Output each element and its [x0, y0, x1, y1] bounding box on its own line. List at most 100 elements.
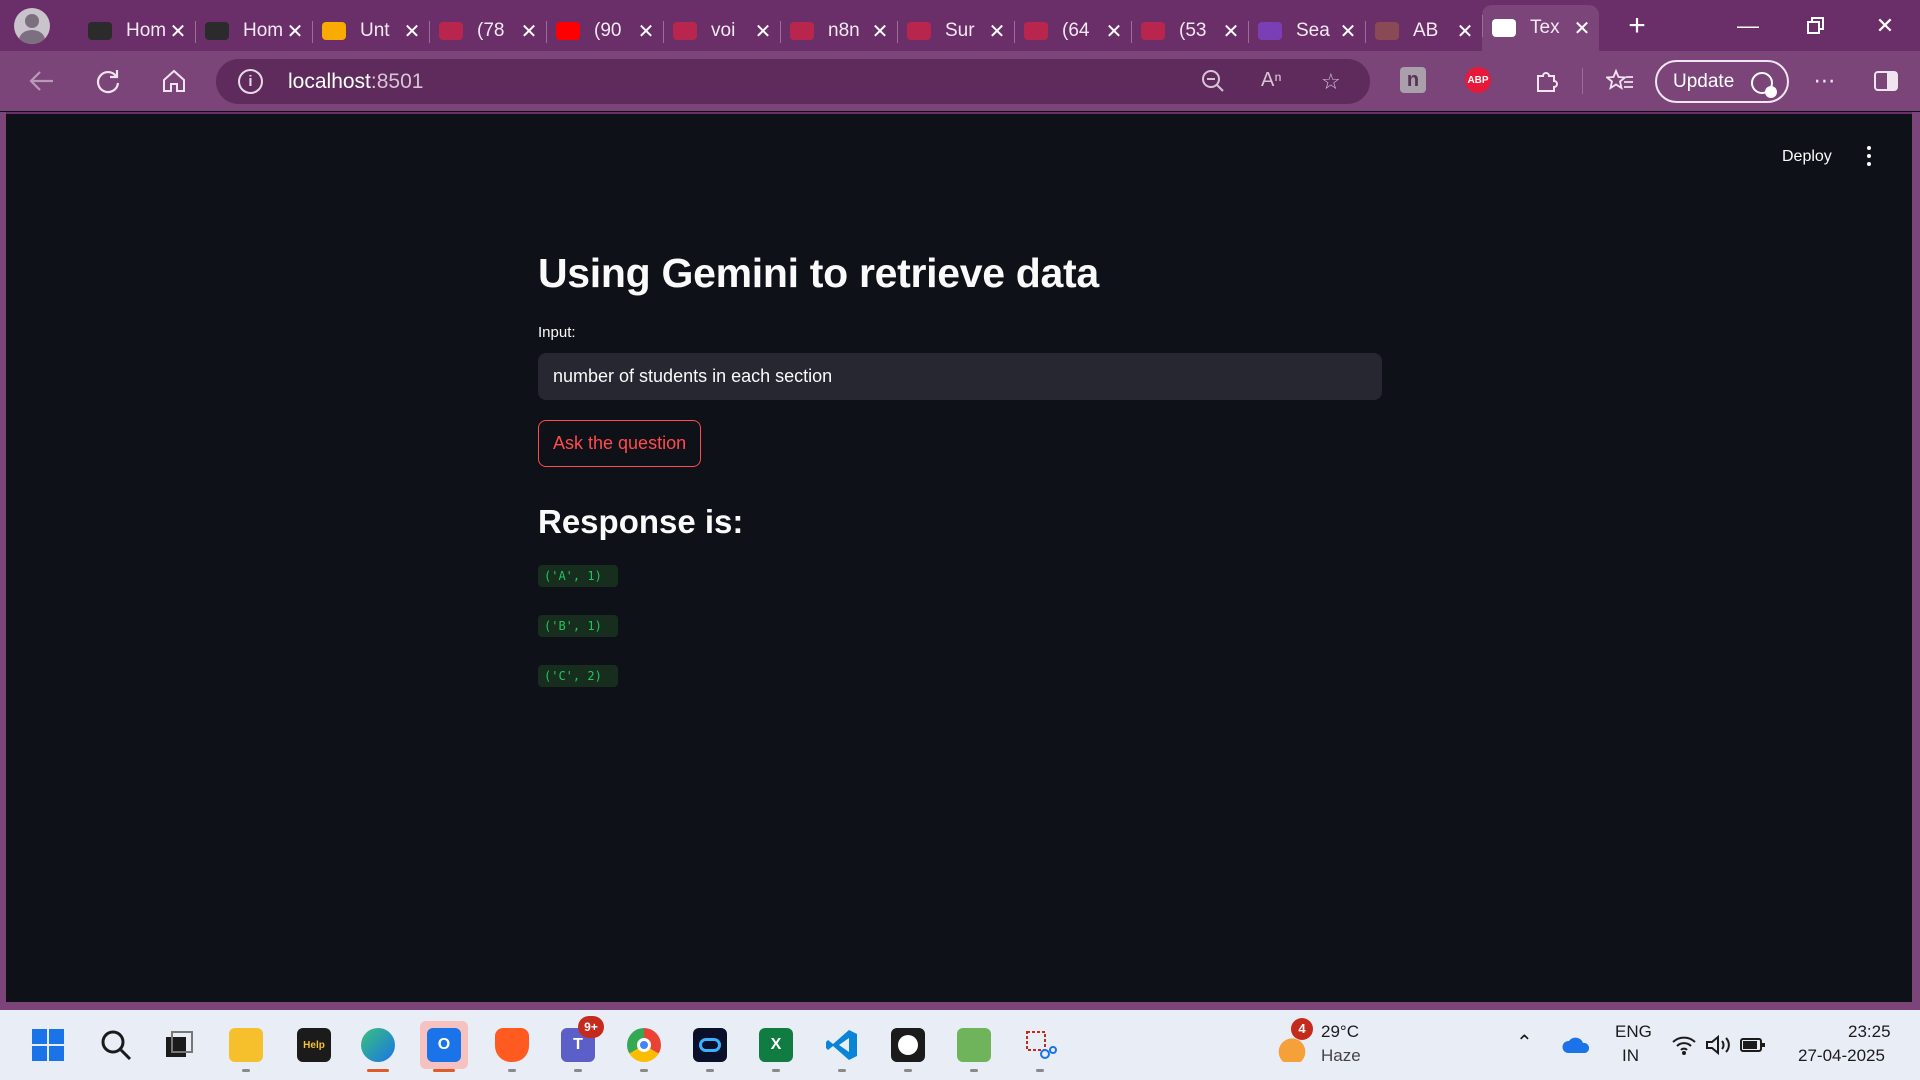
browser-tab[interactable]: colab-icon Unt ✕: [312, 11, 429, 51]
browser-tab[interactable]: youtube-icon (64 ✕: [1014, 11, 1131, 51]
system-tray-quick-settings[interactable]: [1664, 1021, 1774, 1069]
deploy-button[interactable]: Deploy: [1782, 148, 1832, 166]
brave-lion-icon: [495, 1028, 529, 1062]
colab-icon: colab-icon: [322, 22, 346, 40]
arrow-left-icon: [29, 71, 53, 91]
tab-title: AB: [1413, 20, 1439, 41]
snipping-tool-icon: [1026, 1031, 1057, 1059]
taskbar-app-help[interactable]: Help: [290, 1021, 338, 1069]
taskbar-app-file-explorer[interactable]: [222, 1021, 270, 1072]
settings-more-button[interactable]: ⋯: [1805, 61, 1845, 101]
taskbar-app-brave[interactable]: [488, 1021, 536, 1072]
browser-tab[interactable]: dark-stripe-icon Hom✕: [78, 11, 195, 51]
task-view-button[interactable]: [156, 1021, 204, 1069]
browser-tab[interactable]: youtube-icon n8n ✕: [780, 11, 897, 51]
site-info-icon[interactable]: i: [238, 69, 263, 94]
close-tab-icon[interactable]: ✕: [403, 19, 421, 44]
close-tab-icon[interactable]: ✕: [1222, 19, 1240, 44]
main-menu-icon[interactable]: [1863, 146, 1875, 170]
close-tab-icon[interactable]: ✕: [286, 19, 304, 44]
start-button[interactable]: [24, 1021, 72, 1069]
close-tab-icon[interactable]: ✕: [637, 19, 655, 44]
close-tab-icon[interactable]: ✕: [520, 19, 538, 44]
browser-tab[interactable]: youtube-icon (90 ✕: [546, 11, 663, 51]
favorites-list-icon: [1606, 68, 1633, 90]
minimize-button[interactable]: —: [1718, 0, 1778, 51]
favorite-star-icon[interactable]: ☆: [1321, 69, 1341, 95]
browser-tab[interactable]: dark-stripe-icon Hom✕: [195, 11, 312, 51]
close-tab-icon[interactable]: ✕: [169, 19, 187, 44]
taskbar-app-github[interactable]: [884, 1021, 932, 1072]
browser-tab[interactable]: search-shield-icon Sea ✕: [1248, 11, 1365, 51]
refresh-icon: [96, 70, 120, 94]
taskbar-app-notepad[interactable]: [950, 1021, 998, 1072]
close-tab-icon[interactable]: ✕: [754, 19, 772, 44]
sidebar-toggle-button[interactable]: [1866, 61, 1906, 101]
onedrive-button[interactable]: [1552, 1021, 1600, 1069]
close-tab-icon[interactable]: ✕: [1339, 19, 1357, 44]
close-tab-icon[interactable]: ✕: [1456, 19, 1474, 44]
favorites-button[interactable]: [1600, 61, 1640, 101]
browser-frame-bottom: [0, 1002, 1920, 1010]
tab-title: Sea: [1296, 20, 1330, 41]
vscode-icon: [826, 1030, 857, 1060]
home-icon: [163, 69, 185, 92]
taskbar-app-excel[interactable]: X: [752, 1021, 800, 1072]
tab-title: n8n: [828, 20, 860, 41]
ask-question-button[interactable]: Ask the question: [538, 420, 702, 467]
taskbar-app-snipping[interactable]: [1016, 1021, 1064, 1072]
close-tab-icon[interactable]: ✕: [1573, 16, 1591, 41]
outlook-icon: O: [427, 1028, 461, 1062]
profile-avatar-icon[interactable]: [14, 7, 50, 44]
language-indicator[interactable]: ENG: [1615, 1022, 1652, 1042]
clock-date[interactable]: 27-04-2025: [1798, 1046, 1885, 1066]
streamlit-app: Deploy Using Gemini to retrieve data Inp…: [6, 112, 1912, 1002]
address-bar[interactable]: i localhost:8501 Aⁿ ☆: [216, 59, 1370, 104]
browser-tab[interactable]: pdf-icon AB ✕: [1365, 11, 1482, 51]
new-tab-button[interactable]: +: [1617, 9, 1657, 43]
browser-tab[interactable]: youtube-icon (53 ✕: [1131, 11, 1248, 51]
abp-label: ABP: [1467, 74, 1489, 86]
help-icon: Help: [297, 1028, 331, 1062]
browser-tab[interactable]: streamlit-crown-icon Tex ✕: [1482, 5, 1599, 51]
streamlit-crown-icon: streamlit-crown-icon: [1492, 19, 1516, 37]
close-tab-icon[interactable]: ✕: [871, 19, 889, 44]
close-tab-icon[interactable]: ✕: [988, 19, 1006, 44]
taskbar-app-vscode[interactable]: [818, 1021, 866, 1072]
browser-tab[interactable]: youtube-icon (78 ✕: [429, 11, 546, 51]
browser-tab[interactable]: youtube-icon Sur ✕: [897, 11, 1014, 51]
home-button[interactable]: [154, 61, 194, 101]
update-button[interactable]: Update: [1655, 60, 1789, 103]
refresh-button[interactable]: [88, 61, 128, 101]
url-text[interactable]: localhost:8501: [288, 70, 423, 94]
read-aloud-icon[interactable]: Aⁿ: [1261, 69, 1282, 92]
question-input[interactable]: number of students in each section: [538, 353, 1382, 400]
webex-icon: [693, 1028, 727, 1062]
task-view-icon: [166, 1031, 193, 1057]
taskbar-app-outlook[interactable]: O: [420, 1021, 468, 1072]
notion-ext-label: n: [1406, 68, 1420, 91]
response-heading: Response is:: [538, 503, 744, 540]
close-tab-icon[interactable]: ✕: [1105, 19, 1123, 44]
restore-icon: [1807, 16, 1824, 34]
browser-toolbar: i localhost:8501 Aⁿ ☆ n ABP Update ⋯: [0, 51, 1920, 111]
onedrive-cloud-icon: [1562, 1037, 1590, 1053]
taskbar-app-webex[interactable]: [686, 1021, 734, 1072]
extensions-button[interactable]: [1526, 61, 1566, 101]
tab-title: Unt: [360, 20, 390, 41]
search-button[interactable]: [92, 1021, 140, 1069]
notion-extension-icon[interactable]: n: [1400, 67, 1426, 93]
browser-tab[interactable]: youtube-icon voi ✕: [663, 11, 780, 51]
back-button[interactable]: [22, 61, 62, 101]
clock-time[interactable]: 23:25: [1848, 1022, 1891, 1042]
taskbar-app-edge[interactable]: [354, 1021, 402, 1072]
close-window-button[interactable]: ✕: [1855, 0, 1915, 51]
zoom-out-icon[interactable]: [1201, 69, 1225, 99]
puzzle-icon: [1537, 72, 1558, 92]
youtube-icon: youtube-icon: [439, 22, 463, 40]
taskbar-app-chrome[interactable]: [620, 1021, 668, 1072]
chevron-up-icon[interactable]: ⌃: [1516, 1030, 1533, 1055]
adblock-extension-icon[interactable]: ABP: [1465, 67, 1491, 93]
url-port: :8501: [370, 70, 424, 93]
restore-button[interactable]: [1786, 0, 1846, 51]
